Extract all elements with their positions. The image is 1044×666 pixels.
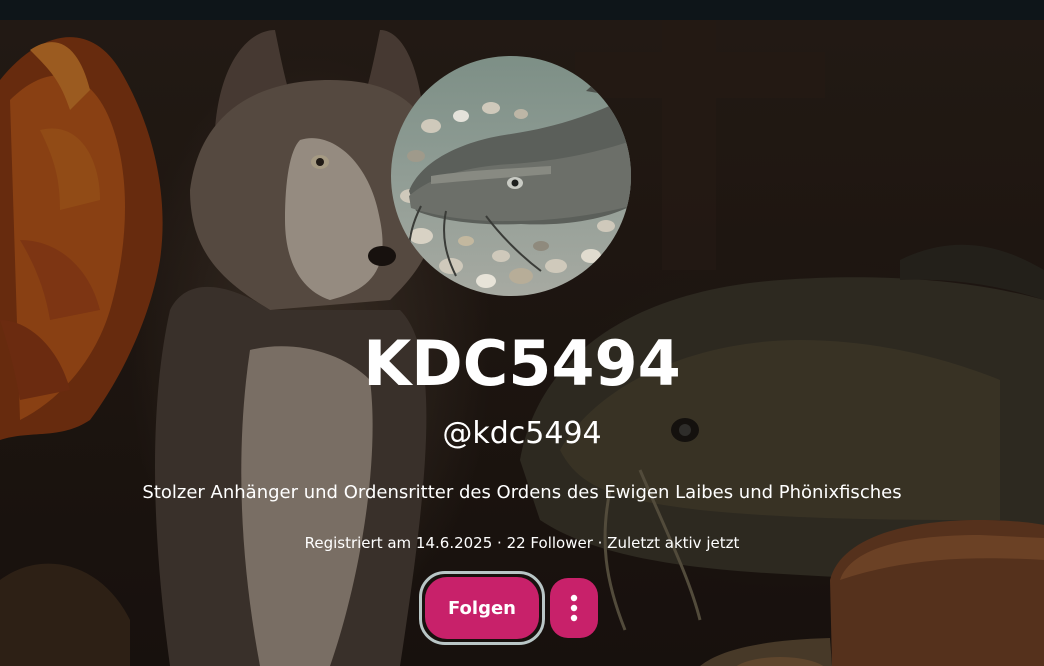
profile-handle: @kdc5494 [442, 416, 602, 451]
profile-bio: Stolzer Anhänger und Ordensritter des Or… [142, 482, 902, 503]
follow-button[interactable]: Folgen [425, 577, 539, 639]
profile-meta: Registriert am 14.6.2025 · 22 Follower ·… [304, 534, 740, 552]
more-options-button[interactable] [550, 578, 598, 638]
profile-display-name: KDC5494 [363, 327, 681, 400]
more-vertical-icon [570, 594, 578, 622]
avatar [391, 56, 631, 296]
top-bar [0, 0, 1044, 20]
